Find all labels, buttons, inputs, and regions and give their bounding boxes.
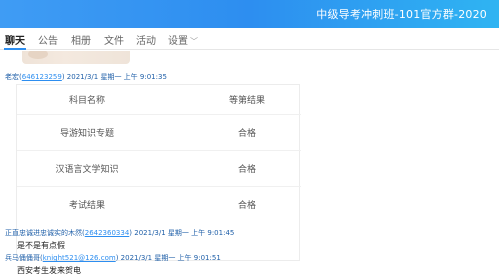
sender-id-link[interactable]: knight521@126.com xyxy=(43,254,116,262)
sender-name[interactable]: 兵马俑俑哥 xyxy=(5,254,40,262)
chat-area[interactable]: 老宏(646123259) 2021/3/1 星期一 上午 9:01:35 科目… xyxy=(0,51,499,278)
table-cell: 汉语言文学知识 xyxy=(55,165,119,175)
chevron-down-icon: ﹀ xyxy=(190,37,198,46)
tab-bar: 聊天 公告 相册 文件 活动 设置 ﹀ xyxy=(0,28,499,50)
table-cell: 合格 xyxy=(237,165,256,175)
tab-settings[interactable]: 设置 ﹀ xyxy=(168,32,198,47)
table-row: 导游知识专题 合格 xyxy=(17,115,301,151)
table-cell: 考试结果 xyxy=(68,201,105,211)
image-content xyxy=(28,51,48,59)
message-text: 西安考生发来贺电 xyxy=(17,266,81,275)
title-bar: 中级导考冲刺班-101官方群-2020 xyxy=(0,0,499,28)
tab-settings-label: 设置 xyxy=(168,36,188,47)
window-title: 中级导考冲刺班-101官方群-2020 xyxy=(316,8,487,21)
table-row: 汉语言文学知识 合格 xyxy=(17,151,301,187)
tab-activities[interactable]: 活动 xyxy=(136,32,156,47)
sender-name[interactable]: 正直忠诚进忠诚实的木然 xyxy=(5,229,82,237)
column-header: 等第结果 xyxy=(228,96,265,106)
message-text: 是不是有点假 xyxy=(17,241,65,250)
message-header: 老宏(646123259) 2021/3/1 星期一 上午 9:01:35 xyxy=(5,73,167,81)
tab-chat[interactable]: 聊天 xyxy=(5,32,25,47)
tab-announcement[interactable]: 公告 xyxy=(38,32,58,47)
table-row: 考试结果 合格 xyxy=(17,187,301,223)
message-header: 兵马俑俑哥(knight521@126.com) 2021/3/1 星期一 上午… xyxy=(5,254,221,262)
table-cell: 导游知识专题 xyxy=(59,129,114,139)
message-timestamp: 2021/3/1 星期一 上午 9:01:35 xyxy=(66,73,167,81)
tab-files[interactable]: 文件 xyxy=(104,32,124,47)
message-header: 正直忠诚进忠诚实的木然(2642360334) 2021/3/1 星期一 上午 … xyxy=(5,229,235,237)
column-header: 科目名称 xyxy=(68,96,105,106)
tab-album[interactable]: 相册 xyxy=(71,32,91,47)
sender-id-link[interactable]: 646123259 xyxy=(22,73,62,81)
table-cell: 合格 xyxy=(237,201,256,211)
message-timestamp: 2021/3/1 星期一 上午 9:01:45 xyxy=(134,229,235,237)
active-tab-indicator xyxy=(4,48,26,50)
table-header-row: 科目名称 等第结果 xyxy=(17,85,301,115)
sender-name[interactable]: 老宏 xyxy=(5,73,19,81)
shared-image-thumbnail[interactable] xyxy=(22,51,130,64)
sender-id-link[interactable]: 2642360334 xyxy=(85,229,130,237)
table-cell: 合格 xyxy=(237,129,256,139)
message-timestamp: 2021/3/1 星期一 上午 9:01:51 xyxy=(120,254,221,262)
